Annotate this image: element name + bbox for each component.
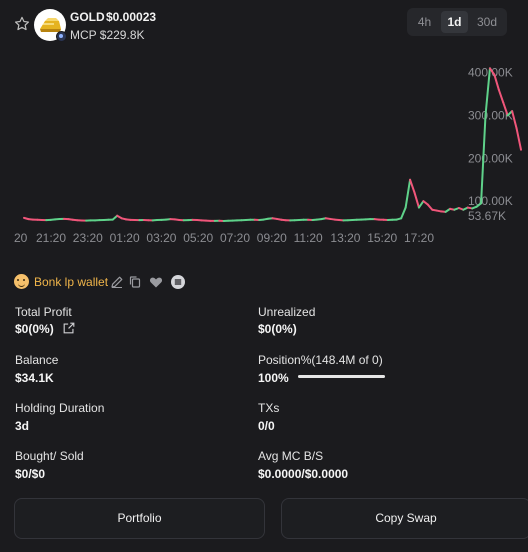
x-tick-label: 23:20 [73,231,103,245]
wallet-token-panel: GOLD $0.00023 MCP $229.8K 4h 1d 30d 400.… [0,0,528,552]
wallet-emoji-icon [14,274,29,289]
total-profit-value: $0(0%) [15,322,54,336]
heart-icon[interactable] [148,274,164,290]
x-tick-label: 20 [14,231,28,245]
x-tick-label: 09:20 [257,231,287,245]
edit-icon[interactable] [109,274,125,290]
x-tick-label: 01:20 [110,231,140,245]
price-chart-svg: 400.00K300.00K200.00K100.00K53.67K2021:2… [14,66,522,245]
x-tick-label: 15:20 [367,231,397,245]
unrealized-value: $0(0%) [258,322,297,336]
bought-sold-label: Bought/ Sold [15,449,84,463]
star-icon[interactable] [13,15,31,33]
price-line-segment [515,127,522,151]
token-symbol: GOLD [70,10,105,24]
copy-icon[interactable] [127,274,143,290]
position-label: Position%(148.4M of 0) [258,353,383,367]
balance-value: $34.1K [15,371,54,385]
position-value: 100% [258,371,289,385]
balance-label: Balance [15,353,59,367]
x-tick-label: 13:20 [330,231,360,245]
price-line-segment [400,206,407,220]
x-tick-label: 05:20 [183,231,213,245]
price-line-segment [409,178,416,194]
portfolio-button[interactable]: Portfolio [14,498,265,539]
holding-duration-label: Holding Duration [15,401,105,415]
txs-label: TXs [258,401,280,415]
unrealized-label: Unrealized [258,305,316,319]
timeframe-1d[interactable]: 1d [441,11,468,33]
position-progress-bar [298,375,385,378]
token-header: GOLD $0.00023 MCP $229.8K 4h 1d 30d [0,0,528,46]
y-tick-label: 53.67K [468,209,506,223]
y-tick-label: 100.00K [468,194,513,208]
timeframe-30d[interactable]: 30d [471,11,503,33]
avg-mc-label: Avg MC B/S [258,449,324,463]
wallet-name[interactable]: Bonk lp wallet [34,275,108,289]
price-line-segment [413,191,420,209]
holding-duration-value: 3d [15,419,30,433]
chain-badge-icon [56,31,67,42]
price-line-segment [417,200,425,209]
timeframe-selector: 4h 1d 30d [407,8,507,36]
x-tick-label: 17:20 [404,231,434,245]
wallet-row: Bonk lp wallet [14,273,314,291]
avg-mc-value: $0.0000/$0.0000 [258,467,349,481]
price-line-segment [404,178,412,209]
x-tick-label: 21:20 [36,231,66,245]
total-profit-label: Total Profit [15,305,72,319]
x-tick-label: 11:20 [294,231,323,245]
external-link-icon[interactable] [62,321,76,335]
price-chart[interactable]: 400.00K300.00K200.00K100.00K53.67K2021:2… [0,50,528,260]
position-progress-fill [298,375,385,378]
list-icon[interactable] [170,274,186,290]
copy-swap-button[interactable]: Copy Swap [281,498,528,539]
token-price: $0.00023 [106,10,157,24]
price-line-segment [426,203,434,211]
x-tick-label: 03:20 [146,231,176,245]
bought-sold-value: $0/$0 [15,467,46,481]
y-tick-label: 200.00K [468,151,513,165]
token-market-cap: MCP $229.8K [70,28,145,42]
txs-value: 0/0 [258,419,275,433]
x-tick-label: 07:20 [220,231,250,245]
timeframe-4h[interactable]: 4h [411,11,438,33]
price-line-segment [497,88,505,104]
price-line-segment [511,110,518,130]
